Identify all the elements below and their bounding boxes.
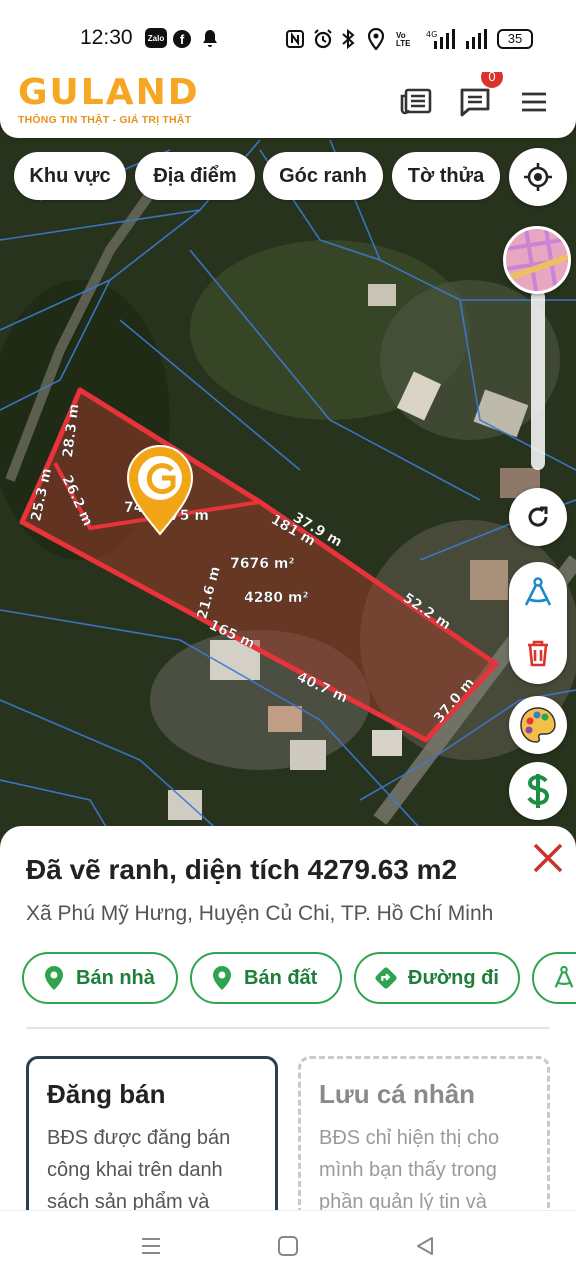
filter-khu-vuc[interactable]: Khu vực: [14, 152, 126, 200]
filter-dia-diem[interactable]: Địa điểm: [135, 152, 255, 200]
price-button[interactable]: [509, 762, 567, 820]
signal-icon: 4G: [426, 27, 456, 51]
filter-to-thua[interactable]: Tờ thửa: [392, 152, 500, 200]
sell-house-label: Bán nhà: [76, 966, 155, 989]
area-label: 4280 m²: [244, 590, 309, 606]
newspaper-icon: [400, 88, 432, 115]
map-building: [290, 740, 326, 770]
area-label: 7676 m²: [230, 556, 295, 572]
opacity-slider[interactable]: [531, 290, 545, 470]
sell-house-button[interactable]: Bán nhà: [22, 952, 178, 1004]
pin-icon: [210, 966, 234, 990]
guland-logo[interactable]: GULAND THÔNG TIN THẬT - GIÁ TRỊ THẬT: [18, 74, 218, 132]
locate-button[interactable]: [509, 148, 567, 206]
measure-button[interactable]: [509, 564, 567, 622]
trash-icon: [528, 640, 548, 667]
map-building: [470, 560, 508, 600]
signal-icon: [464, 27, 490, 51]
draw-tools: [509, 562, 567, 684]
logo-wordmark: GULAND: [18, 72, 200, 113]
status-bar: 12:30 Zalo f Vo LTE 4G 35: [0, 0, 576, 72]
home-icon: [278, 1236, 298, 1256]
directions-icon: [374, 966, 398, 990]
bluetooth-icon: [340, 27, 356, 51]
messages-button[interactable]: [455, 82, 495, 122]
divider: [26, 1027, 550, 1029]
map-building: [168, 790, 202, 820]
sell-land-label: Bán đất: [244, 966, 318, 989]
card-description: BĐS được đăng bán công khai trên danh sá…: [47, 1127, 231, 1213]
home-button[interactable]: [273, 1231, 303, 1261]
close-icon: [533, 843, 563, 873]
directions-label: Đường đi: [408, 966, 499, 989]
card-description: BĐS chỉ hiện thị cho mình bạn thấy trong…: [319, 1127, 500, 1213]
recent-apps-button[interactable]: [136, 1231, 166, 1261]
battery-icon: 35: [497, 29, 533, 49]
sell-land-button[interactable]: Bán đất: [190, 952, 342, 1004]
map-layer-thumbnail: [506, 229, 568, 291]
logo-tagline: THÔNG TIN THẬT - GIÁ TRỊ THẬT: [18, 114, 192, 126]
map-building: [268, 706, 302, 732]
close-button[interactable]: [528, 838, 568, 878]
refresh-button[interactable]: [509, 488, 567, 546]
measure-icon: [524, 577, 552, 606]
facebook-icon: f: [173, 30, 191, 48]
bell-icon: [200, 27, 220, 51]
measure-icon: [552, 965, 576, 990]
pin-icon: [42, 966, 66, 990]
directions-button[interactable]: Đường đi: [354, 952, 520, 1004]
back-icon: [417, 1237, 433, 1255]
menu-button[interactable]: [514, 82, 554, 122]
filter-goc-ranh[interactable]: Góc ranh: [263, 152, 383, 200]
refresh-icon: [528, 506, 548, 527]
menu-icon: [142, 1238, 160, 1254]
volte-label: Vo LTE: [396, 31, 411, 48]
area-title: Đã vẽ ranh, diện tích 4279.63 m2: [26, 854, 458, 885]
svg-text:4G: 4G: [426, 30, 437, 39]
status-time: 12:30: [80, 26, 133, 49]
nfc-icon: [285, 27, 305, 51]
palette-icon: [520, 707, 556, 743]
palette-button[interactable]: [509, 696, 567, 754]
measure-action-button[interactable]: [532, 952, 576, 1004]
map-layer-button[interactable]: [503, 226, 571, 294]
satellite-map[interactable]: 28.3 m 25.3 m 26.2 m 74.9 m 75 m 181 m 3…: [0, 130, 576, 850]
locate-icon: [524, 163, 552, 191]
news-button[interactable]: [396, 82, 436, 122]
zalo-icon: Zalo: [145, 28, 167, 48]
address-text: Xã Phú Mỹ Hưng, Huyện Củ Chi, TP. Hồ Chí…: [26, 902, 494, 925]
card-title: Đăng bán: [47, 1079, 166, 1109]
map-building: [368, 284, 396, 306]
card-title: Lưu cá nhân: [319, 1079, 476, 1109]
dollar-icon: [527, 774, 550, 808]
delete-button[interactable]: [509, 624, 567, 682]
location-icon: [366, 27, 386, 51]
map-canvas: 28.3 m 25.3 m 26.2 m 74.9 m 75 m 181 m 3…: [0, 130, 576, 850]
chat-icon: [460, 88, 490, 117]
system-nav-bar: [0, 1210, 576, 1280]
back-button[interactable]: [410, 1231, 440, 1261]
alarm-icon: [312, 27, 334, 51]
map-building: [372, 730, 402, 756]
menu-icon: [522, 92, 546, 112]
